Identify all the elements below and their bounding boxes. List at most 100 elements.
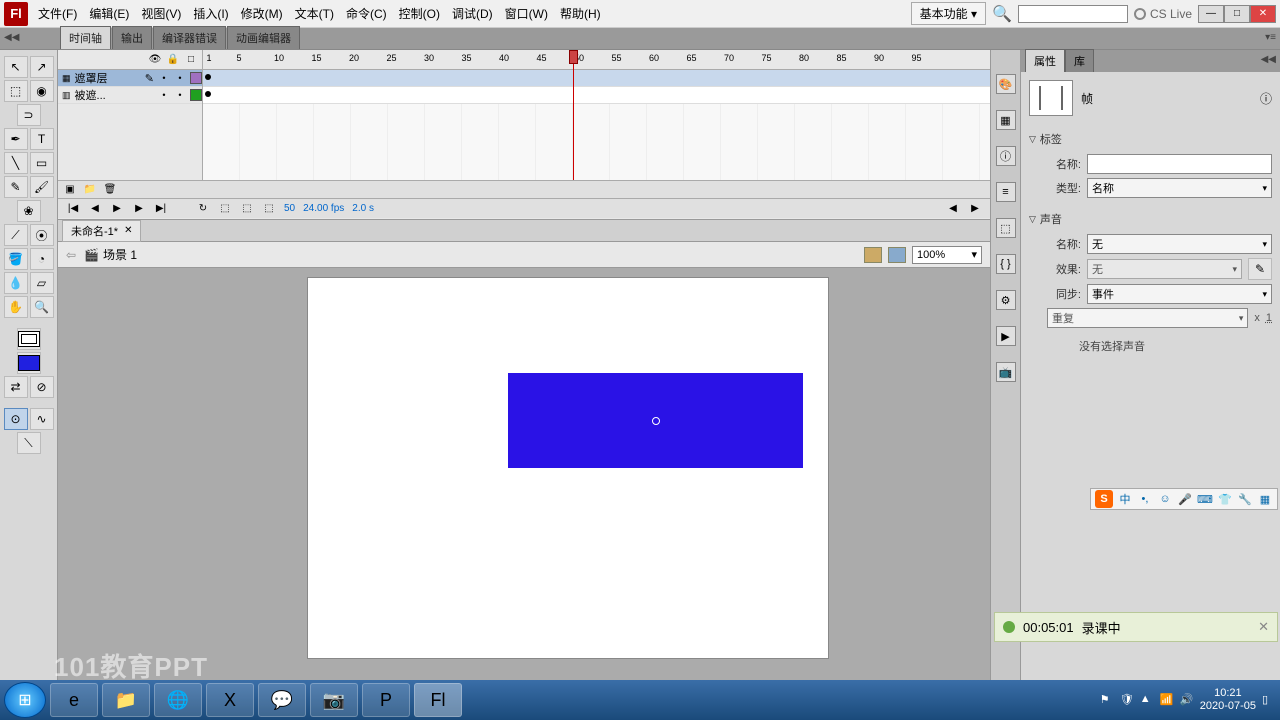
text-tool[interactable]: T [30, 128, 54, 150]
rectangle-tool[interactable]: ▭ [30, 152, 54, 174]
sound-repeat-select[interactable]: 重复 [1047, 308, 1248, 328]
stroke-color-swatch[interactable] [17, 328, 41, 350]
subselection-tool[interactable]: ↗ [30, 56, 54, 78]
snap-option[interactable]: ⊙ [4, 408, 28, 430]
bind-tool[interactable]: ⦿ [30, 224, 54, 246]
menu-file[interactable]: 文件(F) [32, 1, 83, 26]
hand-tool[interactable]: ✋ [4, 296, 28, 318]
onion-skin-outlines-button[interactable]: ⬚ [240, 203, 254, 214]
document-tab[interactable]: 未命名-1* ✕ [62, 220, 141, 242]
menu-modify[interactable]: 修改(M) [235, 1, 289, 26]
back-arrow-icon[interactable]: ⇦ [66, 248, 76, 262]
label-type-select[interactable]: 名称 [1087, 178, 1272, 198]
visibility-header-icon[interactable]: 👁 [148, 54, 162, 65]
layer-row-mask[interactable]: ▦ 遮罩层 ✎ •• [58, 70, 202, 87]
taskbar-excel[interactable]: X [206, 683, 254, 717]
ime-menu-button[interactable]: ▦ [1257, 491, 1273, 507]
tray-up-icon[interactable]: ▲ [1140, 693, 1154, 707]
selection-tool[interactable]: ↖ [4, 56, 28, 78]
new-folder-button[interactable]: 📁 [82, 183, 98, 197]
lasso-tool[interactable]: ⊃ [17, 104, 41, 126]
edit-symbols-button[interactable] [888, 247, 906, 263]
code-snippets-icon[interactable]: { } [996, 254, 1016, 274]
align-panel-icon[interactable]: ≡ [996, 182, 1016, 202]
edit-scene-button[interactable] [864, 247, 882, 263]
edit-multiple-frames-button[interactable]: ⬚ [262, 203, 276, 214]
free-transform-tool[interactable]: ⬚ [4, 80, 28, 102]
menu-commands[interactable]: 命令(C) [340, 1, 393, 26]
delete-layer-button[interactable]: 🗑 [102, 183, 118, 197]
components-panel-icon[interactable]: ⚙ [996, 290, 1016, 310]
swap-colors-icon[interactable]: ⇄ [4, 376, 28, 398]
sogou-ime-icon[interactable]: S [1095, 490, 1113, 508]
tab-properties[interactable]: 属性 [1025, 49, 1065, 72]
prev-frame-button[interactable]: ◀ [88, 203, 102, 214]
frames-area[interactable]: 15101520253035404550556065707580859095 [203, 50, 990, 180]
show-desktop-button[interactable]: ▯ [1262, 693, 1276, 707]
color-panel-icon[interactable]: 🎨 [996, 74, 1016, 94]
close-tab-icon[interactable]: ✕ [124, 225, 132, 236]
next-frame-button[interactable]: ▶ [132, 203, 146, 214]
section-sound-header[interactable]: 声音 [1029, 208, 1272, 230]
sound-name-select[interactable]: 无 [1087, 234, 1272, 254]
frame-name-input[interactable] [1087, 154, 1272, 174]
taskbar-360[interactable]: 🌐 [154, 683, 202, 717]
taskbar-flash[interactable]: Fl [414, 683, 462, 717]
ime-keyboard-button[interactable]: ⌨ [1197, 491, 1213, 507]
repeat-count[interactable]: 1 [1266, 312, 1272, 324]
last-frame-button[interactable]: ▶| [154, 203, 168, 214]
project-panel-icon[interactable]: 📺 [996, 362, 1016, 382]
tray-flag-icon[interactable]: ⚑ [1100, 693, 1114, 707]
smooth-option[interactable]: ∿ [30, 408, 54, 430]
minimize-button[interactable]: — [1198, 5, 1224, 23]
blue-rectangle-shape[interactable] [508, 373, 803, 468]
no-color-icon[interactable]: ⊘ [30, 376, 54, 398]
transform-panel-icon[interactable]: ⬚ [996, 218, 1016, 238]
pen-tool[interactable]: ✒ [4, 128, 28, 150]
onion-skin-button[interactable]: ⬚ [218, 203, 232, 214]
tab-timeline[interactable]: 时间轴 [60, 26, 111, 49]
recording-close-icon[interactable]: ✕ [1258, 619, 1269, 635]
menu-control[interactable]: 控制(O) [393, 1, 446, 26]
ime-emoji-button[interactable]: ☺ [1157, 491, 1173, 507]
stage[interactable] [308, 278, 828, 658]
3d-rotation-tool[interactable]: ◉ [30, 80, 54, 102]
info-panel-icon[interactable]: ⓘ [996, 146, 1016, 166]
eyedropper-tool[interactable]: 💧 [4, 272, 28, 294]
sound-sync-select[interactable]: 事件 [1087, 284, 1272, 304]
collapse-left-icon[interactable]: ◀◀ [4, 32, 19, 43]
line-tool[interactable]: ╲ [4, 152, 28, 174]
menu-insert[interactable]: 插入(I) [187, 1, 234, 26]
ime-skin-button[interactable]: 👕 [1217, 491, 1233, 507]
menu-view[interactable]: 视图(V) [135, 1, 187, 26]
loop-button[interactable]: ↻ [196, 203, 210, 214]
taskbar-explorer[interactable]: 📁 [102, 683, 150, 717]
tray-shield-icon[interactable]: 🛡 [1120, 693, 1134, 707]
start-button[interactable]: ⊞ [4, 682, 46, 718]
fill-color-swatch[interactable] [17, 352, 41, 374]
frame-track-2[interactable] [203, 87, 990, 104]
layer-color-icon[interactable] [190, 72, 202, 84]
playhead[interactable] [573, 50, 574, 180]
straighten-option[interactable]: ⟍ [17, 432, 41, 454]
swatches-panel-icon[interactable]: ▦ [996, 110, 1016, 130]
maximize-button[interactable]: □ [1224, 5, 1250, 23]
scroll-right-button[interactable]: ▶ [968, 203, 982, 214]
taskbar-ppt[interactable]: P [362, 683, 410, 717]
motion-presets-icon[interactable]: ▶ [996, 326, 1016, 346]
zoom-selector[interactable]: 100%▾ [912, 246, 982, 264]
menu-edit[interactable]: 编辑(E) [83, 1, 135, 26]
ime-toolbar[interactable]: S 中 •, ☺ 🎤 ⌨ 👕 🔧 ▦ [1090, 488, 1278, 510]
tab-compiler-errors[interactable]: 编译器错误 [153, 26, 226, 49]
tray-volume-icon[interactable]: 🔊 [1180, 693, 1194, 707]
playhead-head-icon[interactable] [569, 50, 578, 64]
lock-header-icon[interactable]: 🔒 [166, 54, 180, 65]
ime-lang-button[interactable]: 中 [1117, 491, 1133, 507]
cslive-button[interactable]: CS Live [1134, 7, 1192, 21]
keyframe-icon[interactable] [205, 91, 211, 97]
taskbar-ie[interactable]: e [50, 683, 98, 717]
layer-color-icon[interactable] [190, 89, 202, 101]
section-label-header[interactable]: 标签 [1029, 128, 1272, 150]
tab-output[interactable]: 输出 [112, 26, 152, 49]
ink-bottle-tool[interactable]: ◔ [30, 248, 54, 270]
